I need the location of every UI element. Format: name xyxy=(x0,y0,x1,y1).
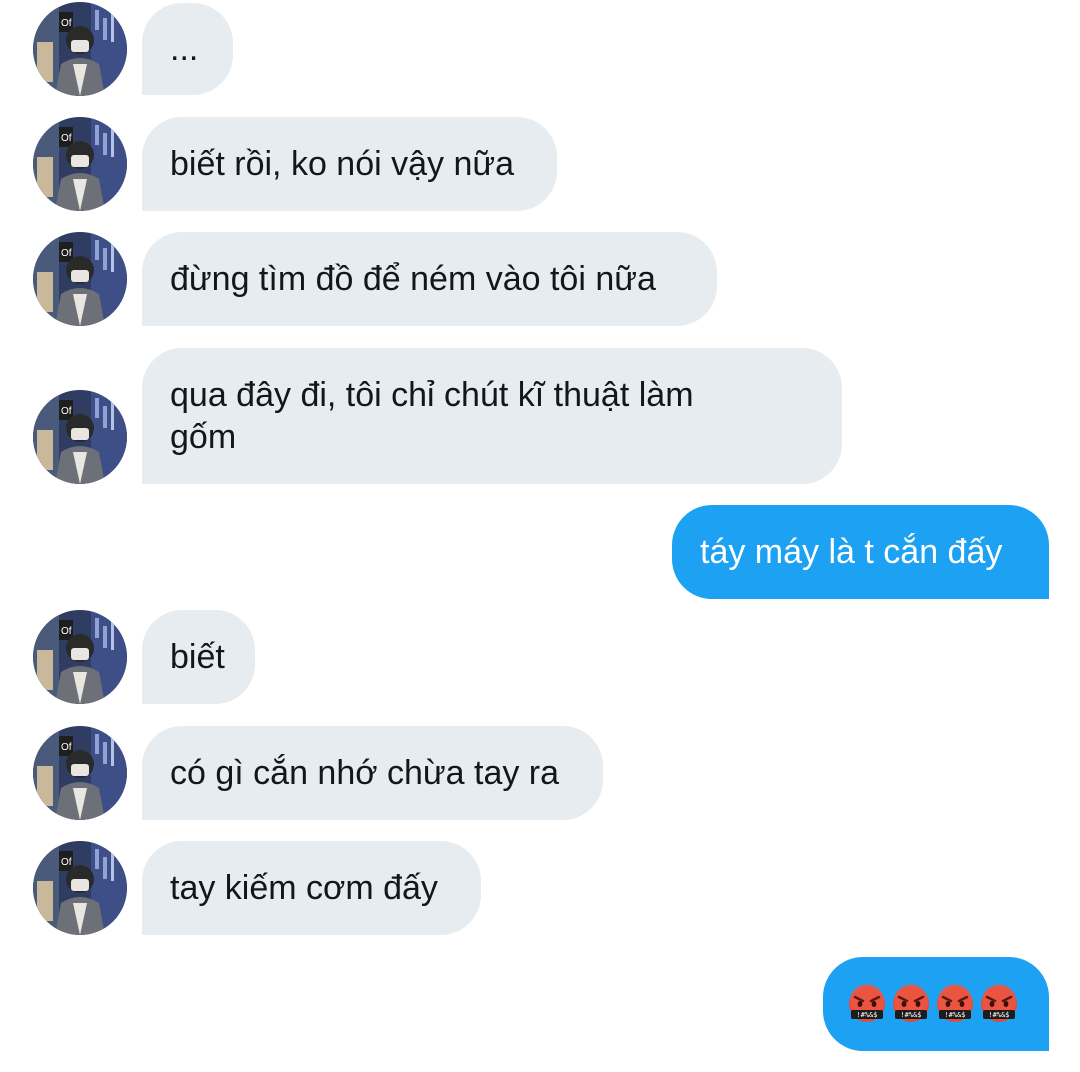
message-text: tay kiếm cơm đấy xyxy=(170,869,438,907)
sent-message[interactable]: táy máy là t cắn đấy xyxy=(672,505,1049,599)
received-message[interactable]: có gì cắn nhớ chừa tay ra xyxy=(142,726,603,820)
received-message[interactable]: biết rồi, ko nói vậy nữa xyxy=(142,117,557,211)
contact-avatar[interactable] xyxy=(33,2,127,96)
contact-avatar-icon xyxy=(33,232,127,326)
contact-avatar[interactable] xyxy=(33,390,127,484)
received-message[interactable]: tay kiếm cơm đấy xyxy=(142,841,481,935)
message-text: biết xyxy=(170,638,225,676)
contact-avatar[interactable] xyxy=(33,117,127,211)
contact-avatar-icon xyxy=(33,117,127,211)
contact-avatar-icon xyxy=(33,726,127,820)
contact-avatar[interactable] xyxy=(33,232,127,326)
message-text: qua đây đi, tôi chỉ chút kĩ thuật làm gố… xyxy=(170,376,694,456)
emoji-symbols: !#%&$ xyxy=(988,1011,1009,1019)
emoji-symbols: !#%&$ xyxy=(856,1011,877,1019)
received-message[interactable]: qua đây đi, tôi chỉ chút kĩ thuật làm gố… xyxy=(142,348,842,484)
message-text: đừng tìm đồ để ném vào tôi nữa xyxy=(170,260,656,298)
contact-avatar[interactable] xyxy=(33,841,127,935)
received-message[interactable]: biết xyxy=(142,610,255,704)
face-with-symbols-on-mouth-icon: !#%&$ xyxy=(891,984,931,1024)
emoji-symbols: !#%&$ xyxy=(944,1011,965,1019)
face-with-symbols-on-mouth-icon: !#%&$ xyxy=(979,984,1019,1024)
contact-avatar-icon xyxy=(33,610,127,704)
contact-avatar-icon xyxy=(33,841,127,935)
emoji-symbols: !#%&$ xyxy=(900,1011,921,1019)
face-with-symbols-on-mouth-icon: !#%&$ xyxy=(847,984,887,1024)
contact-avatar-icon xyxy=(33,390,127,484)
message-text: ... xyxy=(170,30,199,68)
received-message[interactable]: ... xyxy=(142,3,233,95)
face-with-symbols-on-mouth-icon: !#%&$ xyxy=(935,984,975,1024)
message-text: có gì cắn nhớ chừa tay ra xyxy=(170,754,560,792)
contact-avatar-icon xyxy=(33,2,127,96)
received-message[interactable]: đừng tìm đồ để ném vào tôi nữa xyxy=(142,232,717,326)
message-text: táy máy là t cắn đấy xyxy=(700,533,1003,571)
sent-emoji-message[interactable]: !#%&$ !#%&$ !#%&$ !#%&$ xyxy=(823,957,1049,1051)
contact-avatar[interactable] xyxy=(33,726,127,820)
emoji-row: !#%&$ !#%&$ !#%&$ !#%&$ xyxy=(847,984,1019,1024)
contact-avatar[interactable] xyxy=(33,610,127,704)
message-text: biết rồi, ko nói vậy nữa xyxy=(170,145,515,183)
